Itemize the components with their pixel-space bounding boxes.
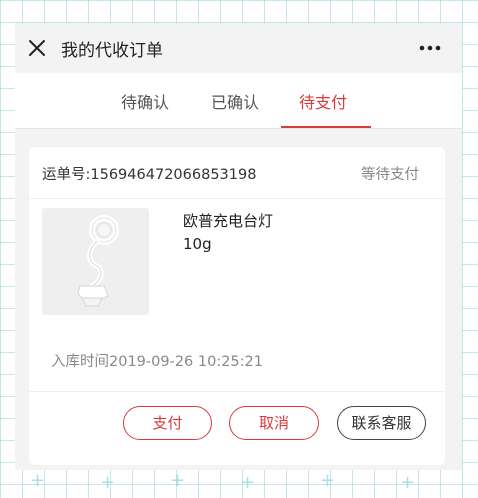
close-icon[interactable] [27,38,47,58]
navigation-bar: 我的代收订单 [15,23,462,73]
more-icon[interactable] [418,44,442,52]
divider [29,198,445,199]
page-title: 我的代收订单 [61,41,163,61]
order-card: 运单号:156946472066853198 等待支付 欧普充电台灯 10g 入… [29,147,445,465]
order-status-tabs: 待确认 已确认 待支付 [15,73,462,129]
tab-pending-payment[interactable]: 待支付 [299,89,347,113]
active-tab-indicator [281,126,371,128]
product-image[interactable] [42,208,149,315]
background-plus-mark: + [100,472,116,493]
desk-lamp-icon [77,215,119,307]
stock-in-time: 入库时间2019-09-26 10:25:21 [51,354,263,370]
background-plus-mark: + [170,470,186,491]
product-name: 欧普充电台灯 [183,212,274,230]
order-screen: 我的代收订单 待确认 已确认 待支付 运单号:15694647206685319… [15,23,462,470]
background-plus-mark: + [320,470,336,491]
order-status: 等待支付 [361,167,419,183]
background-plus-mark: + [240,472,256,493]
waybill-number: 运单号:156946472066853198 [42,167,257,183]
background-plus-mark: + [30,470,46,491]
contact-service-button[interactable]: 联系客服 [337,406,426,440]
cancel-button[interactable]: 取消 [229,406,319,440]
pay-button[interactable]: 支付 [123,406,212,440]
product-weight: 10g [183,235,212,253]
tab-confirmed[interactable]: 已确认 [211,89,259,113]
background-plus-mark: + [400,472,416,493]
divider [29,391,445,392]
tab-pending-confirm[interactable]: 待确认 [121,89,169,113]
